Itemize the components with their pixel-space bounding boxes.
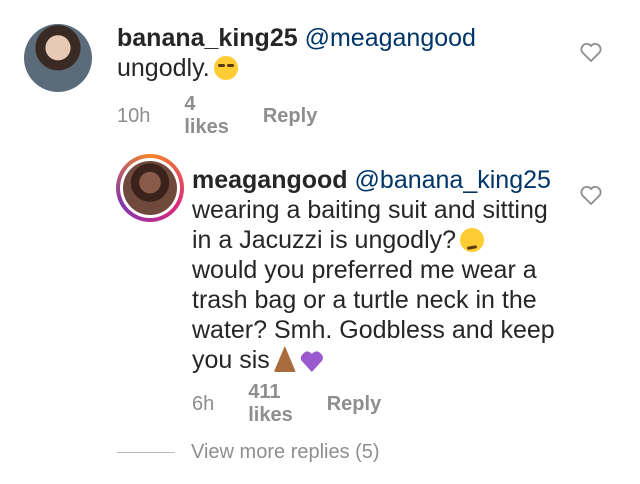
likes-count[interactable]: 411 likes — [248, 381, 292, 427]
like-heart-icon[interactable] — [579, 184, 603, 206]
unamused-face-emoji-icon — [213, 56, 238, 80]
comment-text: ungodly. — [117, 54, 210, 82]
mention[interactable]: @meagangood — [305, 24, 476, 52]
reply-button[interactable]: Reply — [263, 105, 317, 128]
comment-meta: 6h 411 likes Reply — [192, 381, 381, 427]
avatar-story-ring[interactable] — [116, 154, 184, 222]
avatar-image — [123, 161, 177, 215]
divider-line — [117, 452, 175, 453]
avatar[interactable] — [24, 24, 92, 92]
comment-body: banana_king25 @meagangood ungodly. — [117, 23, 557, 83]
comment-text-line: trash bag or a turtle neck in the — [192, 286, 537, 314]
comment-text-line: in a Jacuzzi is ungodly? — [192, 226, 457, 254]
comment-meta: 10h 4 likes Reply — [117, 93, 317, 139]
like-heart-icon[interactable] — [579, 41, 603, 63]
username[interactable]: banana_king25 — [117, 24, 298, 52]
timestamp: 6h — [192, 392, 215, 415]
mention[interactable]: @banana_king25 — [355, 166, 551, 194]
comment-body: meagangood @banana_king25 wearing a bait… — [192, 165, 572, 375]
reply-button[interactable]: Reply — [327, 393, 381, 416]
likes-count[interactable]: 4 likes — [184, 93, 228, 139]
comment-text-line: you sis — [192, 346, 270, 374]
purple-heart-emoji-icon — [300, 350, 324, 372]
folded-hands-emoji-icon — [273, 346, 296, 372]
comment-text-line: would you preferred me wear a — [192, 256, 537, 284]
username[interactable]: meagangood — [192, 166, 348, 194]
thinking-face-emoji-icon — [460, 228, 485, 252]
view-more-replies-label[interactable]: View more replies (5) — [191, 441, 380, 464]
avatar — [120, 158, 180, 218]
comment-text-line: wearing a baiting suit and sitting — [192, 196, 548, 224]
timestamp: 10h — [117, 104, 151, 127]
comment-text-line: water? Smh. Godbless and keep — [192, 316, 555, 344]
view-more-replies[interactable]: View more replies (5) — [117, 441, 380, 464]
